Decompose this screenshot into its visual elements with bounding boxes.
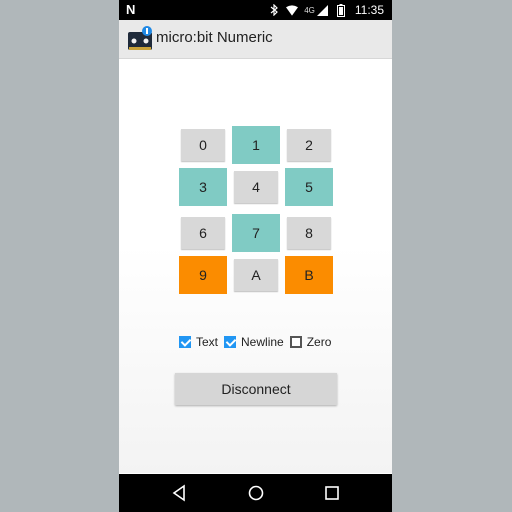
app-title: micro:bit Numeric (156, 29, 273, 46)
newline-checkbox[interactable] (224, 336, 237, 348)
key-8-button[interactable]: 8 (287, 217, 331, 249)
option-zero[interactable]: Zero (289, 335, 332, 349)
key-0-button[interactable]: 0 (181, 129, 225, 161)
notification-n-icon: N (126, 2, 136, 17)
clock: 11:35 (354, 3, 384, 17)
key-5-button[interactable]: 5 (285, 168, 333, 206)
text-checkbox-label: Text (196, 335, 219, 349)
microbit-app-icon (127, 26, 153, 52)
app-bar: micro:bit Numeric (119, 20, 392, 59)
key-3-button[interactable]: 3 (179, 168, 227, 206)
text-checkbox[interactable] (179, 336, 191, 348)
main-content: 012 345 678 9AB Text Newline Zero Disconnec… (119, 59, 392, 473)
network-type: 4G (304, 5, 315, 15)
key-6-button[interactable]: 6 (181, 217, 225, 249)
bluetooth-icon (268, 3, 280, 17)
key-1-button[interactable]: 1 (232, 126, 280, 164)
zero-checkbox[interactable] (289, 336, 302, 348)
zero-checkbox-label: Zero (306, 335, 332, 349)
battery-icon (335, 3, 347, 17)
wifi-icon (286, 3, 299, 17)
status-icons: 4G 11:35 (268, 0, 384, 20)
key-9-button[interactable]: 9 (179, 256, 227, 294)
option-newline[interactable]: Newline (224, 335, 284, 349)
option-text[interactable]: Text (179, 335, 218, 349)
status-bar: N 4G 11:35 (119, 0, 392, 20)
newline-checkbox-label: Newline (241, 335, 284, 349)
key-b-button[interactable]: B (285, 256, 333, 294)
key-7-button[interactable]: 7 (232, 214, 280, 252)
phone-screen: N 4G 11:35 micro:bit Numeric 0 1 2 3 4 5… (119, 0, 392, 512)
key-2-button[interactable]: 2 (287, 129, 331, 161)
navigation-bar (119, 474, 392, 512)
key-4-button[interactable]: 4 (234, 171, 278, 203)
signal-icon (317, 3, 329, 17)
disconnect-button[interactable]: Disconnect (175, 373, 337, 405)
home-icon[interactable] (247, 484, 265, 502)
recents-icon[interactable] (323, 484, 341, 502)
back-icon[interactable] (171, 484, 189, 502)
key-a-button[interactable]: A (234, 259, 278, 291)
options-row: Text Newline Zero (179, 333, 337, 351)
